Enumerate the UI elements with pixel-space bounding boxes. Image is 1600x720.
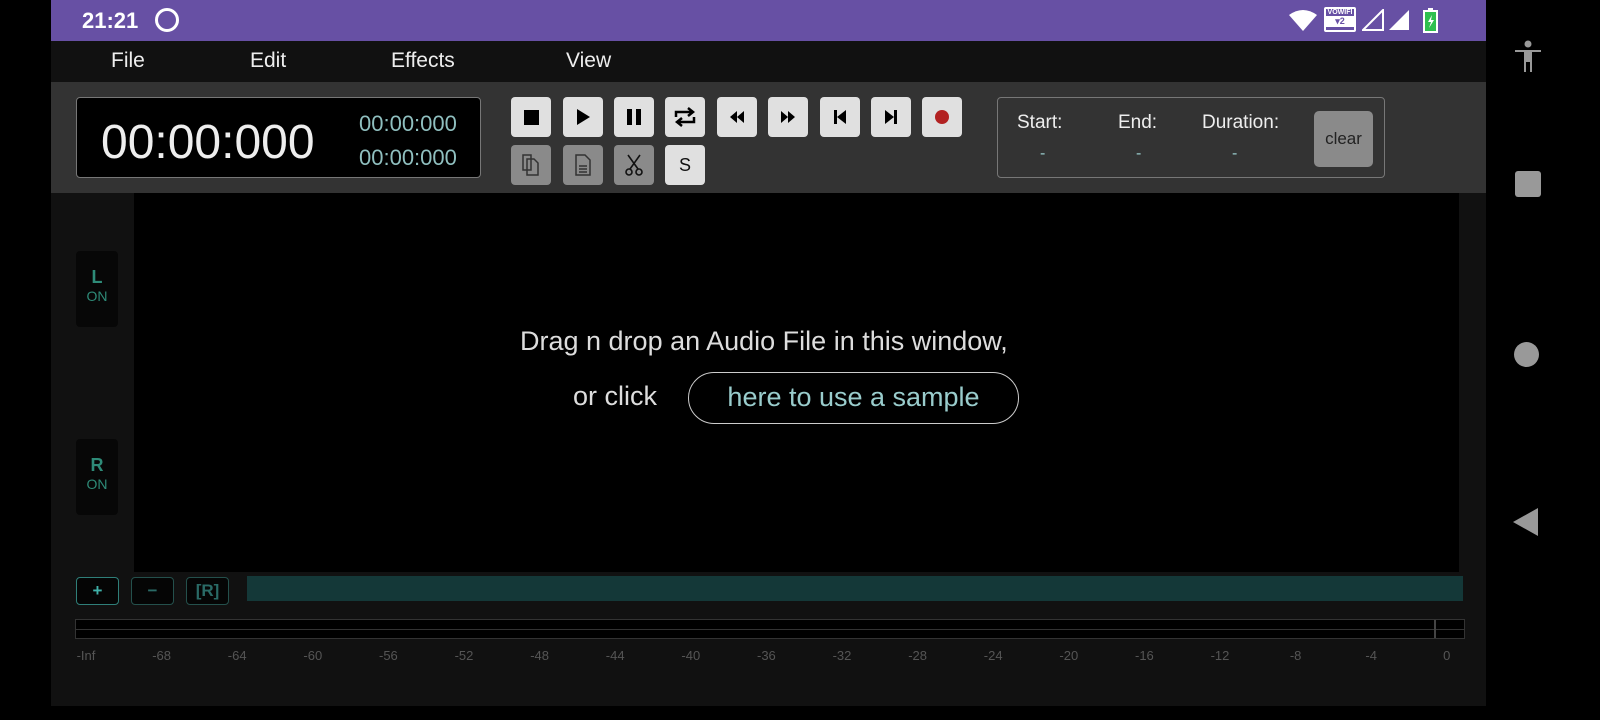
whatsapp-icon xyxy=(155,8,179,32)
play-icon xyxy=(577,109,590,125)
copy-button[interactable] xyxy=(511,145,551,185)
skip-to-start-button[interactable] xyxy=(820,97,860,137)
selection-start-time: 00:00:000 xyxy=(359,111,457,136)
zoom-out-button[interactable]: − xyxy=(131,577,174,605)
selection-end-time: 00:00:000 xyxy=(359,145,457,170)
start-label: Start: xyxy=(1017,112,1063,133)
sample-link-button[interactable]: here to use a sample xyxy=(688,372,1019,424)
scissors-icon xyxy=(625,154,643,176)
vowifi-icon: VOWIFI ▾2 xyxy=(1324,7,1356,32)
record-icon xyxy=(935,110,949,124)
meter-tick-label: -32 xyxy=(832,648,852,663)
duration-label: Duration: xyxy=(1202,112,1280,133)
time-display: 00:00:000 00:00:000 00:00:000 xyxy=(76,97,481,178)
silence-button[interactable]: S xyxy=(665,145,705,185)
wifi-icon xyxy=(1289,10,1317,31)
meter-tick-label: 0 xyxy=(1443,648,1451,663)
battery-charging-icon xyxy=(1423,8,1438,33)
meter-tick-label: -64 xyxy=(227,648,247,663)
signal-icon xyxy=(1362,9,1409,31)
meter-tick-label: -8 xyxy=(1289,648,1302,663)
waveform-area[interactable]: Drag n drop an Audio File in this window… xyxy=(134,193,1459,572)
meter-tick-label: -16 xyxy=(1134,648,1154,663)
document-icon xyxy=(575,154,591,176)
cut-button[interactable] xyxy=(614,145,654,185)
end-label: End: xyxy=(1118,112,1158,133)
meter-tick-label: -60 xyxy=(303,648,323,663)
repeat-icon xyxy=(674,107,696,127)
bottom-panel: + − [R] -Inf -68 -64 -60 -56 -52 -48 -44 -40 -36-… xyxy=(51,572,1486,706)
timeline-scrollbar[interactable] xyxy=(247,576,1463,601)
end-value: - xyxy=(1136,145,1142,162)
meter-tick-label: -20 xyxy=(1059,648,1079,663)
meter-tick-label: -28 xyxy=(908,648,927,663)
menu-bar: File Edit Effects View xyxy=(51,41,1486,82)
status-time: 21:21 xyxy=(82,8,139,33)
back-icon[interactable] xyxy=(1513,508,1538,536)
duration-value: - xyxy=(1232,145,1238,162)
selection-info: Start: - End: - Duration: - clear xyxy=(997,97,1385,178)
meter-tick-label: -12 xyxy=(1210,648,1230,663)
right-strip xyxy=(1459,193,1486,572)
meter-tick-label: -68 xyxy=(152,648,171,663)
channel-column: L ON R ON xyxy=(51,193,134,572)
drop-instructions: Drag n drop an Audio File in this window… xyxy=(520,326,1008,356)
navigation-bar xyxy=(1486,0,1600,720)
clear-button[interactable]: clear xyxy=(1314,111,1373,167)
meter-tick-label: -4 xyxy=(1365,648,1377,663)
menu-view[interactable]: View xyxy=(566,49,611,73)
left-channel-toggle[interactable]: L ON xyxy=(76,251,118,327)
fast-forward-icon xyxy=(781,111,795,123)
home-icon[interactable] xyxy=(1514,342,1539,367)
copy-icon xyxy=(522,154,539,176)
rewind-icon xyxy=(730,111,744,123)
pause-icon xyxy=(627,109,641,125)
meter-tick-label: -Inf xyxy=(76,648,96,663)
meter-tick-label: -52 xyxy=(454,648,474,663)
menu-edit[interactable]: Edit xyxy=(250,49,286,73)
pause-button[interactable] xyxy=(614,97,654,137)
play-button[interactable] xyxy=(563,97,603,137)
record-button[interactable] xyxy=(922,97,962,137)
menu-effects[interactable]: Effects xyxy=(391,49,455,73)
meter-tick-label: -44 xyxy=(605,648,625,663)
meter-tick-label: -36 xyxy=(756,648,776,663)
fast-forward-button[interactable] xyxy=(768,97,808,137)
meter-tick-label: -24 xyxy=(983,648,1003,663)
start-value: - xyxy=(1040,145,1046,162)
or-click-label: or click xyxy=(573,381,658,411)
skip-back-icon xyxy=(834,110,846,124)
stop-icon xyxy=(523,109,539,125)
meter-tick-label: -56 xyxy=(378,648,398,663)
meter-tick-label: -48 xyxy=(530,648,549,663)
zoom-reset-button[interactable]: [R] xyxy=(186,577,229,605)
rewind-button[interactable] xyxy=(717,97,757,137)
recents-icon[interactable] xyxy=(1515,171,1541,197)
meter-tick-label: -40 xyxy=(681,648,701,663)
zoom-in-button[interactable]: + xyxy=(76,577,119,605)
skip-to-end-button[interactable] xyxy=(871,97,911,137)
stop-button[interactable] xyxy=(511,97,551,137)
skip-forward-icon xyxy=(885,110,897,124)
level-meter xyxy=(75,619,1465,639)
paste-button[interactable] xyxy=(563,145,603,185)
accessibility-icon[interactable] xyxy=(1514,40,1542,73)
status-bar: 21:21 VOWIFI ▾2 xyxy=(51,0,1486,41)
right-channel-toggle[interactable]: R ON xyxy=(76,439,118,515)
loop-button[interactable] xyxy=(665,97,705,137)
menu-file[interactable]: File xyxy=(111,49,145,73)
current-time: 00:00:000 xyxy=(101,116,315,169)
